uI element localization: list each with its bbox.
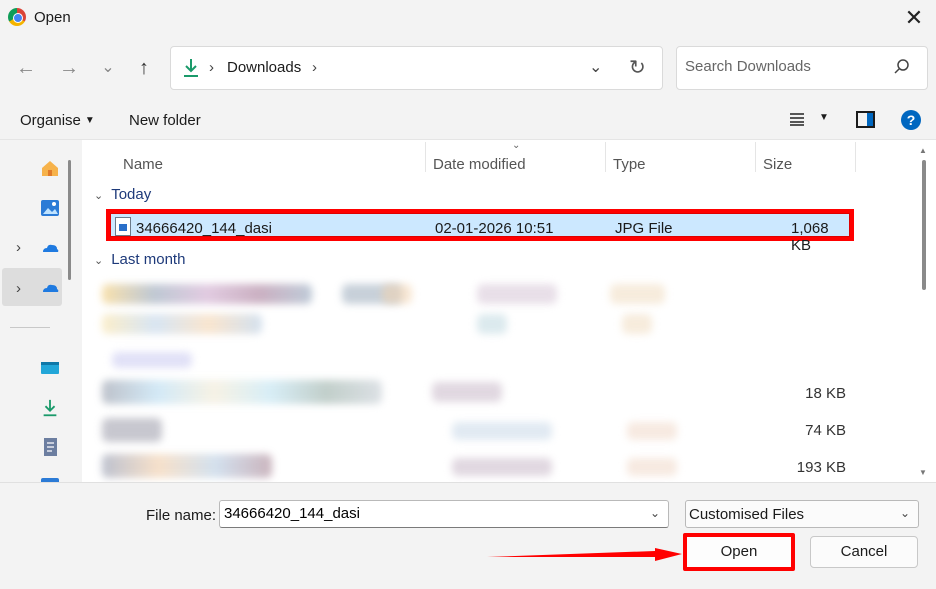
- list-item-blurred[interactable]: [477, 314, 507, 334]
- file-size-cell: 18 KB: [805, 385, 846, 402]
- cancel-button[interactable]: Cancel: [810, 536, 918, 568]
- scroll-up-icon[interactable]: ▲: [919, 146, 927, 155]
- list-item-blurred[interactable]: [627, 458, 677, 476]
- documents-icon[interactable]: [40, 437, 60, 457]
- back-icon[interactable]: ←: [12, 54, 40, 82]
- file-name-label: File name:: [146, 507, 217, 524]
- scroll-down-icon[interactable]: ▼: [919, 468, 927, 477]
- view-list-icon[interactable]: [789, 112, 805, 126]
- file-list-scrollbar[interactable]: [922, 160, 926, 290]
- address-dropdown-icon[interactable]: ⌄: [589, 57, 602, 77]
- list-item-blurred[interactable]: [452, 422, 552, 440]
- downloads-icon[interactable]: [40, 398, 60, 418]
- file-name-input[interactable]: [224, 505, 644, 522]
- collapse-chevron-icon: ⌄: [94, 255, 104, 267]
- navpane-scrollbar[interactable]: [68, 160, 71, 280]
- caret-down-icon: ▼: [84, 115, 95, 126]
- list-item-blurred[interactable]: [452, 458, 552, 476]
- close-icon[interactable]: ✕: [900, 4, 928, 32]
- breadcrumb-downloads[interactable]: Downloads: [227, 59, 301, 76]
- list-item-blurred[interactable]: [610, 284, 665, 304]
- help-icon[interactable]: ?: [901, 110, 921, 130]
- expand-chevron-icon[interactable]: ›: [16, 239, 21, 256]
- file-name-cell: 34666420_144_dasi: [136, 220, 272, 237]
- list-item-blurred[interactable]: [102, 418, 162, 442]
- group-header-today[interactable]: ⌄ Today: [94, 186, 151, 203]
- navigation-pane: › ›: [0, 140, 82, 494]
- refresh-icon[interactable]: ↻: [629, 55, 646, 80]
- column-header-name[interactable]: Name: [123, 156, 163, 173]
- recent-locations-icon[interactable]: ⌄: [94, 54, 122, 82]
- forward-icon[interactable]: →: [55, 54, 83, 82]
- desktop-icon[interactable]: [40, 358, 60, 378]
- column-divider[interactable]: [425, 142, 426, 172]
- column-divider[interactable]: [755, 142, 756, 172]
- dialog-footer: File name: ⌄ Customised Files ⌄ Open Can…: [0, 482, 936, 589]
- title-bar: Open ✕: [0, 0, 936, 36]
- expand-chevron-icon[interactable]: ›: [16, 280, 21, 297]
- column-header-date-modified[interactable]: Date modified: [433, 156, 526, 173]
- file-type-select[interactable]: Customised Files ⌄: [685, 500, 919, 528]
- list-item-blurred[interactable]: [112, 352, 192, 368]
- annotation-arrow-icon: [487, 548, 682, 561]
- new-folder-button[interactable]: New folder: [129, 112, 201, 129]
- home-icon[interactable]: [40, 158, 60, 178]
- gallery-icon[interactable]: [40, 198, 60, 218]
- list-item-blurred[interactable]: [622, 314, 652, 334]
- search-box[interactable]: [676, 46, 928, 90]
- group-header-last-month[interactable]: ⌄ Last month: [94, 251, 185, 268]
- breadcrumb-chevron-icon[interactable]: ›: [312, 59, 317, 76]
- file-type-value: Customised Files: [689, 506, 805, 523]
- preview-pane-icon[interactable]: [856, 111, 875, 128]
- table-row-selected-file[interactable]: 34666420_144_dasi 02-01-2026 10:51 JPG F…: [106, 209, 854, 254]
- list-item-blurred[interactable]: [102, 314, 262, 334]
- organise-menu[interactable]: Organise ▼: [20, 112, 95, 129]
- window-title: Open: [34, 9, 71, 26]
- address-bar[interactable]: › Downloads › ⌄ ↻: [170, 46, 663, 90]
- navigation-bar: ← → ⌄ ↑ › Downloads › ⌄ ↻: [0, 36, 936, 100]
- chevron-down-icon: ⌄: [899, 506, 910, 520]
- file-date-cell: 02-01-2026 10:51: [435, 220, 554, 237]
- list-item-blurred[interactable]: [432, 382, 502, 402]
- column-divider[interactable]: [855, 142, 856, 172]
- breadcrumb-separator-icon: ›: [209, 59, 214, 76]
- jpg-file-icon: [115, 217, 131, 236]
- list-item-blurred[interactable]: [382, 284, 412, 304]
- downloads-icon: [184, 59, 198, 77]
- collapse-chevron-icon: ⌄: [94, 190, 104, 202]
- open-button[interactable]: Open: [683, 533, 795, 571]
- file-name-field[interactable]: ⌄: [219, 500, 669, 528]
- app-icon: [8, 8, 26, 26]
- file-size-cell: 74 KB: [805, 422, 846, 439]
- onedrive-icon[interactable]: [40, 238, 60, 258]
- up-icon[interactable]: ↑: [130, 54, 158, 82]
- sort-indicator-icon: ⌄: [512, 140, 521, 151]
- onedrive-icon[interactable]: [40, 278, 60, 298]
- file-type-cell: JPG File: [615, 220, 673, 237]
- view-caret-icon[interactable]: ▼: [819, 112, 829, 123]
- list-item-blurred[interactable]: [102, 380, 382, 404]
- list-item-blurred[interactable]: [627, 422, 677, 440]
- column-header-type[interactable]: Type: [613, 156, 646, 173]
- search-input[interactable]: [685, 58, 885, 75]
- command-bar: Organise ▼ New folder ▼: [0, 100, 936, 140]
- navpane-divider: [10, 327, 50, 328]
- file-name-dropdown-icon[interactable]: ⌄: [650, 506, 660, 520]
- column-header-size[interactable]: Size: [763, 156, 792, 173]
- column-divider[interactable]: [605, 142, 606, 172]
- list-item-blurred[interactable]: [102, 284, 312, 304]
- file-list[interactable]: ⌄ Name Date modified Type Size ⌄ Today 34…: [82, 140, 936, 482]
- list-item-blurred[interactable]: [477, 284, 557, 304]
- search-icon[interactable]: [893, 58, 911, 76]
- file-size-cell: 193 KB: [796, 459, 846, 476]
- file-size-cell: 1,068 KB: [791, 220, 829, 254]
- list-item-blurred[interactable]: [102, 454, 272, 478]
